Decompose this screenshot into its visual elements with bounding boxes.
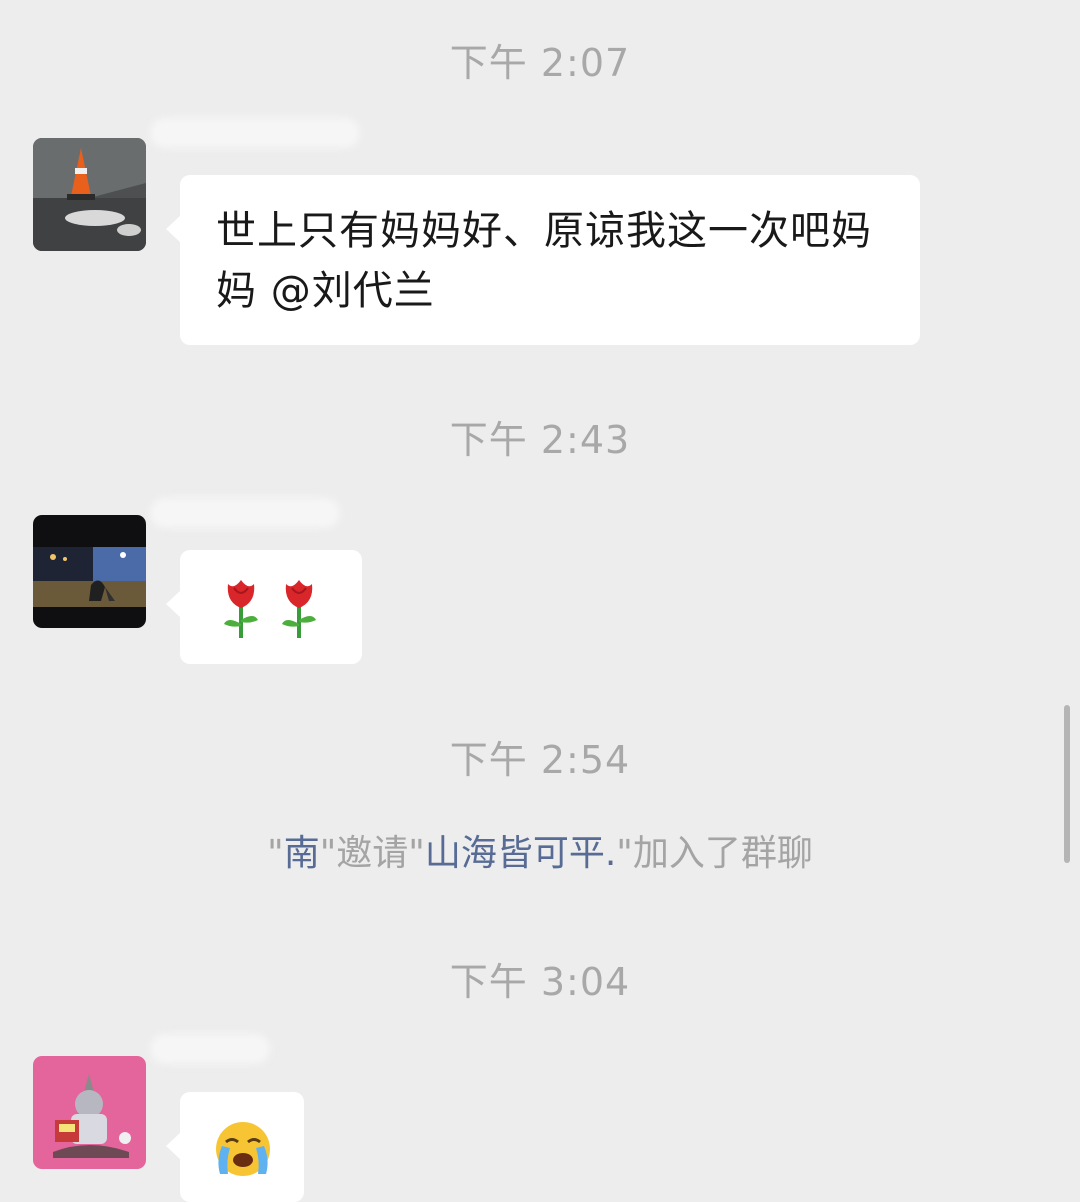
rose-emoji-pair [218,576,338,640]
timestamp: 下午 2:54 [449,738,631,782]
sender-name-redacted [150,498,340,528]
avatar-photo-icon [33,138,146,251]
invitee-link[interactable]: 山海皆可平. [425,833,616,874]
message-bubble[interactable]: 世上只有妈妈好、原谅我这一次吧妈妈 @刘代兰 [166,175,920,345]
quote-mark: " [267,833,284,874]
avatar[interactable] [33,1056,146,1169]
scrollbar[interactable] [1064,705,1070,863]
timestamp: 下午 3:04 [449,960,631,1004]
sender-name-redacted [150,118,360,148]
avatar-photo-icon [33,515,146,628]
sender-name-redacted [150,1034,270,1064]
rose-icon [282,580,316,638]
avatar[interactable] [33,138,146,251]
inviter-link[interactable]: 南 [284,833,320,874]
message-bubble[interactable] [166,1092,304,1202]
rose-icon [224,580,258,638]
message-bubble[interactable] [166,550,362,664]
avatar[interactable] [33,515,146,628]
avatar-illustration-icon [33,1056,146,1169]
system-notice-mid: "邀请" [319,833,425,874]
message-text: 世上只有妈妈好、原谅我这一次吧妈妈 @刘代兰 [216,208,872,314]
timestamp: 下午 2:43 [449,418,631,462]
system-notice-suffix: "加入了群聊 [616,833,813,874]
loudly-crying-face-icon [216,1122,270,1176]
system-notice: "南"邀请"山海皆可平."加入了群聊 [0,830,1080,878]
timestamp: 下午 2:07 [449,41,631,85]
